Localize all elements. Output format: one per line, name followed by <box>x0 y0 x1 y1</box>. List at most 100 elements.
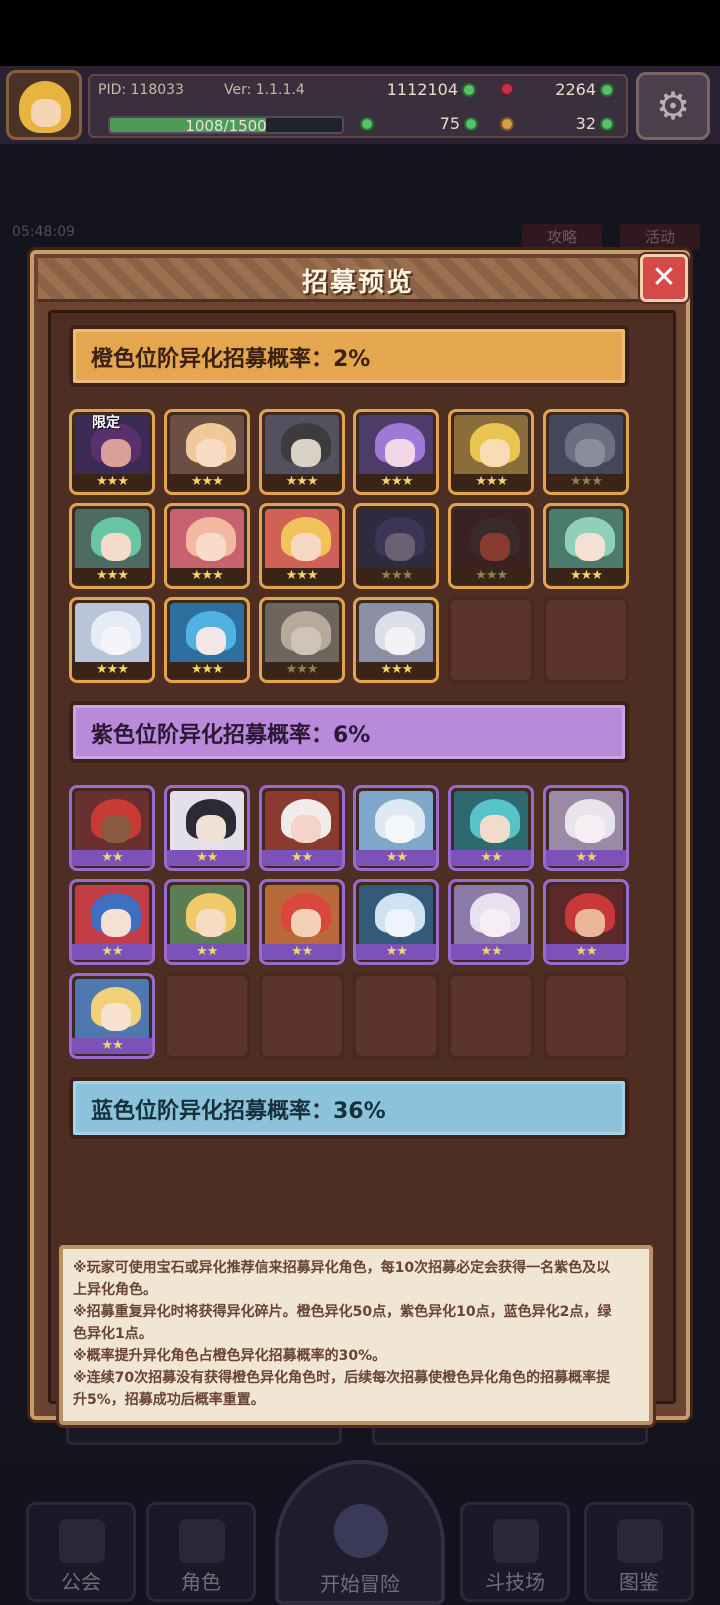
character-portrait <box>169 791 244 853</box>
orange-character-card[interactable]: ★★★ <box>163 597 250 683</box>
note-line: ※玩家可使用宝石或异化推荐信来招募异化角色，每10次招募必定会获得一名紫色及以 <box>73 1260 611 1276</box>
orange-character-card[interactable]: ★★★ <box>258 409 345 495</box>
empty-slot <box>448 973 535 1059</box>
orange-character-card[interactable]: ★★★ <box>543 503 629 589</box>
note-line: 升5%，招募成功后概率重置。 <box>73 1392 265 1408</box>
character-face <box>290 627 321 655</box>
purple-character-card[interactable]: ★★ <box>353 879 440 965</box>
character-portrait <box>169 603 244 665</box>
character-face <box>480 909 511 937</box>
star-rating: ★★★ <box>546 568 626 584</box>
star-rating: ★★ <box>261 944 342 960</box>
purple-character-card[interactable]: ★★ <box>69 879 155 965</box>
empty-slot <box>163 973 250 1059</box>
orange-character-card[interactable]: ★★★ <box>258 503 345 589</box>
purple-character-card[interactable]: ★★ <box>543 785 629 871</box>
character-face <box>385 627 416 655</box>
character-portrait <box>169 509 244 571</box>
star-rating: ★★ <box>546 944 626 960</box>
purple-character-card[interactable]: ★★ <box>258 785 345 871</box>
character-portrait <box>75 603 149 665</box>
character-face <box>195 627 226 655</box>
player-info-panel: PID: 118033 Ver: 1.1.1.4 1112104 2264 10… <box>88 74 628 138</box>
character-portrait <box>359 509 434 571</box>
star-rating: ★★★ <box>72 568 152 584</box>
gem-plus-icon[interactable] <box>600 83 614 97</box>
character-portrait <box>359 415 434 477</box>
character-face <box>290 439 321 467</box>
purple-character-card[interactable]: ★★ <box>543 879 629 965</box>
character-portrait <box>549 415 623 477</box>
empty-slot <box>543 973 629 1059</box>
orange-character-card[interactable]: ★★★ <box>353 409 440 495</box>
note-line: ※招募重复异化时将获得异化碎片。橙色异化50点，紫色异化10点，蓝色异化2点，绿 <box>73 1304 612 1320</box>
character-portrait <box>264 415 339 477</box>
key-plus-icon[interactable] <box>600 117 614 131</box>
character-portrait <box>359 885 434 947</box>
character-face <box>575 533 605 561</box>
note-line: 色异化1点。 <box>73 1326 153 1342</box>
purple-character-card[interactable]: ★★ <box>163 785 250 871</box>
orange-character-card[interactable]: ★★★ <box>69 503 155 589</box>
character-portrait <box>549 885 623 947</box>
gold-plus-icon[interactable] <box>462 83 476 97</box>
star-rating: ★★★ <box>451 474 532 490</box>
close-button[interactable]: ✕ <box>640 254 688 302</box>
orange-character-card[interactable]: ★★★ <box>353 597 440 683</box>
purple-tier-banner: 紫色位阶异化招募概率：6% <box>69 701 629 763</box>
clover-plus-icon[interactable] <box>464 117 478 131</box>
character-face <box>101 439 131 467</box>
orange-character-card[interactable]: ★★★ <box>163 503 250 589</box>
star-rating: ★★★ <box>356 662 437 678</box>
pid-text: PID: 118033 <box>98 82 184 98</box>
character-face <box>385 439 416 467</box>
star-rating: ★★ <box>72 1038 152 1054</box>
orange-character-card[interactable]: ★★★ <box>69 597 155 683</box>
character-portrait <box>454 885 529 947</box>
modal-title: 招募预览 <box>301 268 414 298</box>
character-face <box>101 815 131 843</box>
orange-character-card[interactable]: ★★★ <box>543 409 629 495</box>
purple-character-card[interactable]: ★★ <box>163 879 250 965</box>
character-portrait <box>359 603 434 665</box>
character-face <box>101 533 131 561</box>
character-face <box>480 439 511 467</box>
purple-character-card[interactable]: ★★ <box>69 785 155 871</box>
star-rating: ★★ <box>546 850 626 866</box>
orange-character-card[interactable]: ★★★ <box>353 503 440 589</box>
character-face <box>385 815 416 843</box>
orange-character-card[interactable]: ★★★ <box>448 409 535 495</box>
empty-slot <box>543 597 629 683</box>
purple-character-card[interactable]: ★★ <box>353 785 440 871</box>
top-hud: PID: 118033 Ver: 1.1.1.4 1112104 2264 10… <box>0 66 720 144</box>
blue-tier-banner: 蓝色位阶异化招募概率：36% <box>69 1077 629 1139</box>
star-rating: ★★ <box>166 944 247 960</box>
purple-character-card[interactable]: ★★ <box>448 785 535 871</box>
star-rating: ★★★ <box>72 474 152 490</box>
purple-character-card[interactable]: ★★ <box>258 879 345 965</box>
star-rating: ★★ <box>72 944 152 960</box>
close-icon: ✕ <box>651 260 677 295</box>
empty-slot <box>353 973 440 1059</box>
orange-character-card[interactable]: ★★★ 限定 <box>69 409 155 495</box>
character-face <box>195 439 226 467</box>
purple-character-card[interactable]: ★★ <box>448 879 535 965</box>
gem-icon <box>500 82 514 96</box>
gold-count: 1112104 <box>386 80 458 99</box>
character-face <box>195 909 226 937</box>
settings-button[interactable]: ⚙ <box>636 72 710 140</box>
orange-character-card[interactable]: ★★★ <box>258 597 345 683</box>
orange-character-card[interactable]: ★★★ <box>448 503 535 589</box>
player-avatar[interactable] <box>6 70 82 140</box>
character-portrait <box>75 979 149 1041</box>
recruit-preview-modal: 招募预览 ✕ 橙色位阶异化招募概率：2% ★★★ 限定 ★★★ ★★★ ★★★ ★★★ ★★… <box>30 250 690 1425</box>
character-portrait <box>169 885 244 947</box>
xp-bar: 1008/1500 <box>108 116 344 134</box>
xp-text: 1008/1500 <box>185 117 267 134</box>
star-rating: ★★ <box>356 944 437 960</box>
modal-header: 招募预览 <box>38 258 678 302</box>
purple-character-card[interactable]: ★★ <box>69 973 155 1059</box>
gear-icon: ⚙ <box>655 84 691 128</box>
orange-character-card[interactable]: ★★★ <box>163 409 250 495</box>
character-face <box>101 1003 131 1031</box>
